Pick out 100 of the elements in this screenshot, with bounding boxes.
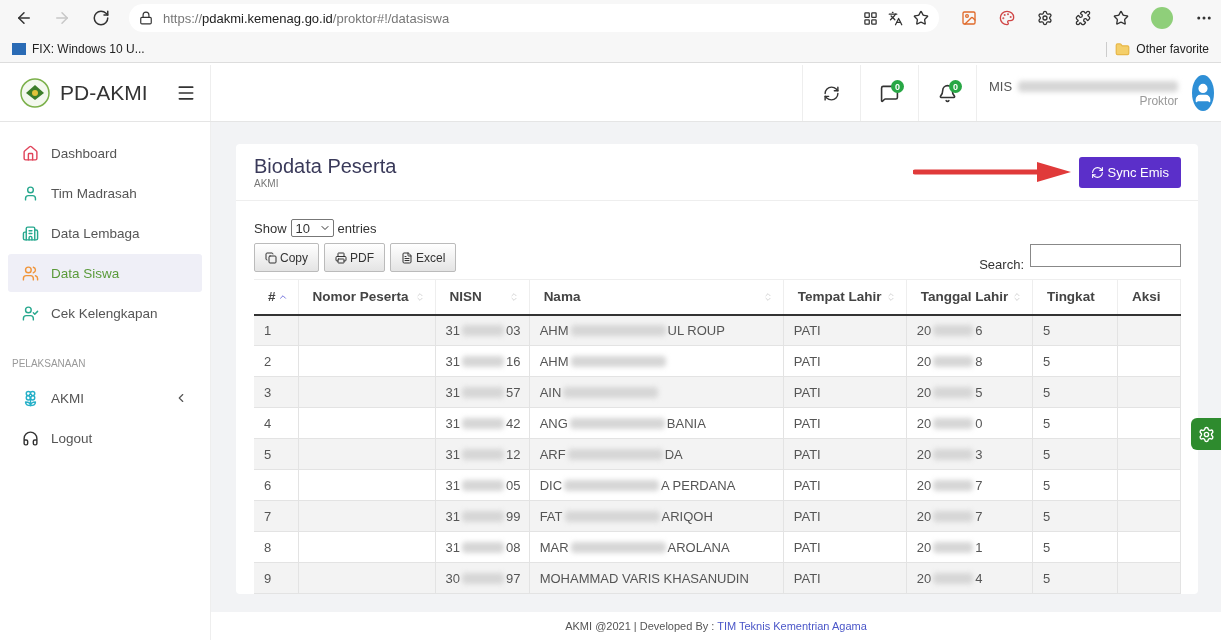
count-badge: 0 [891,80,904,93]
table-cell-text: 31 42 [445,415,519,431]
table-cell: 8 [254,531,298,563]
table-cell-text: 20 8 [916,353,984,369]
address-bar[interactable]: https://pdakmi.kemenag.go.id/proktor#!/datasiswa [129,4,939,32]
apps-icon[interactable] [863,10,878,26]
table-cell: PATI [783,376,907,408]
sidebar-label: Cek Kelengkapan [51,305,158,321]
table-cell-text: ANG BANIA [539,415,707,431]
show-label: Show [254,220,287,236]
table-cell-text: 20 1 [916,539,984,555]
chat-icon [880,83,899,103]
blurred-text [933,510,974,522]
table-cell: 5 [1032,345,1118,377]
table-cell-text: 20 7 [916,477,984,493]
sidebar-item[interactable]: Data Lembaga [8,214,202,252]
table-cell: 1 [254,314,298,346]
export-button[interactable]: Excel [390,243,457,272]
table-cell-text: 20 3 [916,446,984,462]
blurred-text [462,479,505,491]
extensions-icon[interactable] [1075,10,1091,26]
table-cell-text: MAR AROLANA [539,539,731,555]
favorite-star-icon[interactable] [913,10,929,26]
bookmark-link[interactable]: FIX: Windows 10 U... [32,42,145,56]
sidebar-item[interactable]: AKMI [8,379,202,417]
table-cell: PATI [783,407,907,439]
column-header[interactable]: Aksi [1117,279,1181,315]
table-cell-text: AHM UL ROUP [539,322,726,338]
footer-link[interactable]: TIM Teknis Kementrian Agama [717,620,867,632]
table-cell: 4 [254,407,298,439]
blurred-text [933,417,974,429]
section-label: PELAKSANAAN [11,357,87,371]
user-avatar[interactable] [1192,75,1215,111]
bell-icon [938,83,957,103]
user-check-icon [22,304,39,322]
sidebar-label: AKMI [51,390,84,406]
card-title: Biodata Peserta [254,155,398,178]
sidebar-label: Data Siswa [51,265,120,281]
table-cell-text: 20 6 [916,322,984,338]
blurred-text [933,386,974,398]
column-header[interactable]: # [254,279,298,315]
blurred-text [933,572,974,584]
column-header[interactable]: NISN [435,279,530,315]
table-cell-text: 20 0 [916,415,984,431]
table-cell: 5 [1032,407,1118,439]
column-header[interactable]: Nama [529,279,784,315]
table-cell-text: 31 03 [445,322,519,338]
bookmark-folder[interactable]: Other favorite [1136,42,1209,56]
page-size-select[interactable]: 10 [290,219,334,237]
blurred-text [933,324,974,336]
sidebar-item[interactable]: Tim Madrasah [8,174,202,212]
blurred-text [462,510,505,522]
column-header[interactable]: Tempat Lahir [783,279,907,315]
sidebar-label: Tim Madrasah [51,185,137,201]
building-icon [22,224,39,242]
blurred-text [462,417,505,429]
column-header[interactable]: Tanggal Lahir [906,279,1033,315]
column-header[interactable]: Tingkat [1032,279,1118,315]
blurred-text [933,355,974,367]
table-cell-text: 31 99 [445,508,519,524]
table-cell-text: AIN [539,384,773,400]
refresh-icon [823,84,840,102]
search-field[interactable] [1030,244,1181,267]
table-cell: 5 [1032,376,1118,408]
flower-icon [22,389,39,407]
brand-name: PD-AKMI [60,81,148,105]
table-cell: 5 [1032,438,1118,470]
settings-button[interactable] [1191,418,1221,450]
card-subtitle: AKMI [254,178,280,189]
settings-icon [1197,425,1215,443]
sidebar-item[interactable]: Dashboard [8,134,202,172]
table-cell-text: MOHAMMAD VARIS KHASANUDIN [539,570,750,586]
table-cell-text: 30 97 [445,570,519,586]
sidebar-label: Data Lembaga [51,225,140,241]
translate-icon[interactable] [888,10,903,26]
blurred-text [933,448,974,460]
menu-button[interactable] [176,83,196,103]
column-header[interactable]: Nomor Peserta [298,279,436,315]
favorites-icon[interactable] [1113,10,1129,26]
table-cell-text: 31 08 [445,539,519,555]
table-cell: 5 [1032,314,1118,346]
blurred-text [462,541,505,553]
table-cell: 5 [1032,469,1118,501]
table-cell: PATI [783,500,907,532]
sidebar-item[interactable]: Logout [8,419,202,457]
table-cell-text: 20 7 [916,508,984,524]
table-cell: PATI [783,562,907,594]
table-cell-text: 20 5 [916,384,984,400]
table-cell-text: 20 4 [916,570,984,586]
table-cell-text: AHM [539,353,773,369]
count-badge: 0 [949,80,962,93]
logo-icon [20,78,50,108]
export-button[interactable]: Copy [254,243,319,272]
user-role: Proktor [1139,93,1179,108]
sidebar-label: Dashboard [51,145,118,161]
sidebar-item[interactable]: Cek Kelengkapan [8,294,202,332]
export-button[interactable]: PDF [324,243,385,272]
sync-emis-button[interactable]: Sync Emis [1078,156,1181,188]
table-cell: 5 [1032,562,1118,594]
table-cell-text: 31 57 [445,384,519,400]
